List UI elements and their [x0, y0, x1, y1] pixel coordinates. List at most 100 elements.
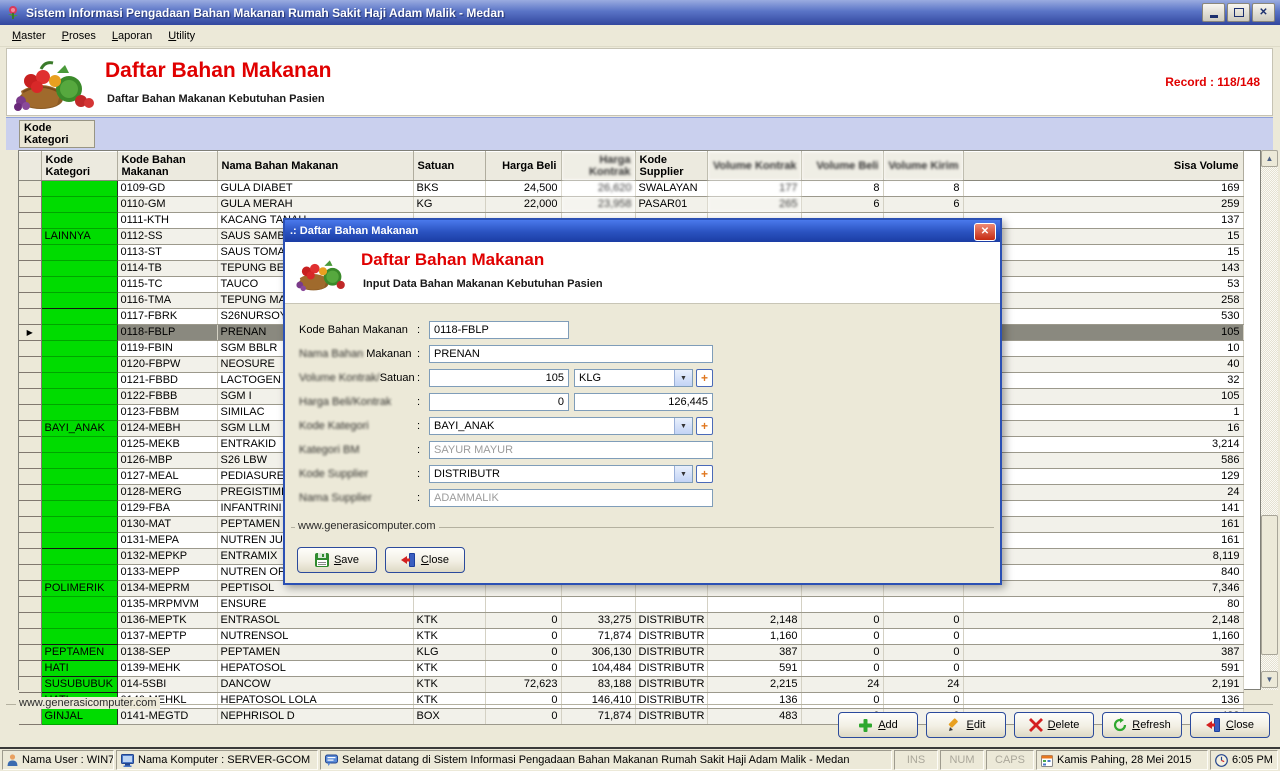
status-bar: Nama User : WIN7 Nama Komputer : SERVER-…	[0, 747, 1280, 771]
column-header-nama[interactable]: Nama Bahan Makanan	[217, 152, 413, 181]
cell-sisa: 3,214	[963, 437, 1243, 453]
column-header-cat[interactable]: Kode Kategori	[41, 152, 117, 181]
grid-row[interactable]: HATI0139-MEHKHEPATOSOLKTK0104,484DISTRIB…	[19, 661, 1243, 677]
column-header-sup[interactable]: Kode Supplier	[635, 152, 707, 181]
menu-laporan[interactable]: Laporan	[104, 27, 160, 45]
column-header-kode[interactable]: Kode Bahan Makanan	[117, 152, 217, 181]
column-header-hk[interactable]: Harga Kontrak	[561, 152, 635, 181]
scroll-down-button[interactable]: ▼	[1261, 671, 1278, 688]
volume-kontrak-input[interactable]: 105	[429, 369, 569, 387]
cell-kategori: SUSUBUBUK	[41, 677, 117, 693]
cell-kategori	[41, 469, 117, 485]
close-button[interactable]: ✕	[1252, 3, 1275, 22]
minimize-button[interactable]	[1202, 3, 1225, 22]
grid-row[interactable]: 0109-GDGULA DIABETBKS24,50026,620SWALAYA…	[19, 181, 1243, 197]
cell-vki: 0	[883, 661, 963, 677]
row-handle	[19, 261, 41, 277]
cell-sisa: 387	[963, 645, 1243, 661]
cell-nama: NEPHRISOL D	[217, 709, 413, 725]
grid-row[interactable]: SUSUBUBUK014-5SBIDANCOWKTK72,62383,188DI…	[19, 677, 1243, 693]
add-button[interactable]: Add	[838, 712, 918, 738]
kategori-combo-arrow-icon[interactable]: ▼	[674, 418, 692, 434]
add-satuan-button[interactable]: +	[696, 369, 713, 387]
status-ins: INS	[894, 750, 938, 770]
cell-kategori: POLIMERIK	[41, 581, 117, 597]
cell-kode: 0115-TC	[117, 277, 217, 293]
kategori-combo[interactable]: BAYI_ANAK ▼	[429, 417, 693, 435]
grid-row[interactable]: 0137-MEPTPNUTRENSOLKTK071,874DISTRIBUTR1…	[19, 629, 1243, 645]
cell-kategori	[41, 261, 117, 277]
grid-row[interactable]: HATI0140-MEHKLHEPATOSOL LOLAKTK0146,410D…	[19, 693, 1243, 709]
dialog-close-button[interactable]: Close	[385, 547, 465, 573]
cell-kode: 0114-TB	[117, 261, 217, 277]
column-header-vb[interactable]: Volume Beli	[801, 152, 883, 181]
cell-nama: GULA MERAH	[217, 197, 413, 213]
column-header-vki[interactable]: Volume Kirim	[883, 152, 963, 181]
cell-vki: 8	[883, 181, 963, 197]
harga-beli-input[interactable]: 0	[429, 393, 569, 411]
cell-kategori	[41, 629, 117, 645]
cell-sisa: 24	[963, 485, 1243, 501]
cell-hk: 104,484	[561, 661, 635, 677]
status-message: Selamat datang di Sistem Informasi Penga…	[320, 750, 892, 770]
satuan-combo[interactable]: KLG ▼	[574, 369, 693, 387]
add-kategori-button[interactable]: +	[696, 417, 713, 435]
supplier-combo[interactable]: DISTRIBUTR ▼	[429, 465, 693, 483]
supplier-combo-arrow-icon[interactable]: ▼	[674, 466, 692, 482]
column-header-hb[interactable]: Harga Beli	[485, 152, 561, 181]
cell-sisa: 1	[963, 405, 1243, 421]
grid-vertical-scrollbar[interactable]: ▲ ▼	[1261, 150, 1278, 690]
menu-utility[interactable]: Utility	[160, 27, 203, 45]
cell-sisa: 259	[963, 197, 1243, 213]
cell-vk: 2,215	[707, 677, 801, 693]
column-header-vk[interactable]: Volume Kontrak	[707, 152, 801, 181]
cell-kode: 0124-MEBH	[117, 421, 217, 437]
vegetables-logo-icon	[11, 51, 99, 113]
cell-vki: 0	[883, 613, 963, 629]
scroll-thumb[interactable]	[1261, 515, 1278, 655]
nama-bahan-input[interactable]: PRENAN	[429, 345, 713, 363]
dialog-close-icon[interactable]: ✕	[974, 223, 996, 241]
row-pointer-icon: ▶	[19, 325, 41, 341]
restore-button[interactable]	[1227, 3, 1250, 22]
save-button[interactable]: Save	[297, 547, 377, 573]
cell-kode: 0132-MEPKP	[117, 549, 217, 565]
cell-kategori	[41, 485, 117, 501]
menu-master[interactable]: Master	[4, 27, 54, 45]
scroll-up-icon: ▲	[1266, 154, 1274, 163]
group-by-chip-kode-kategori[interactable]: Kode Kategori	[19, 120, 95, 148]
row-handle	[19, 645, 41, 661]
kategori-bm-label: Kategori BM	[299, 444, 417, 456]
cell-sisa: 40	[963, 357, 1243, 373]
satuan-combo-arrow-icon[interactable]: ▼	[674, 370, 692, 386]
cell-hk: 33,275	[561, 613, 635, 629]
nama-bahan-label: Nama Bahan Makanan	[299, 348, 417, 360]
column-header-sisa[interactable]: Sisa Volume	[963, 152, 1243, 181]
menu-proses[interactable]: Proses	[54, 27, 104, 45]
close-button-footer[interactable]: Close	[1190, 712, 1270, 738]
delete-button[interactable]: Delete	[1014, 712, 1094, 738]
cell-sisa: 136	[963, 693, 1243, 709]
computer-icon	[121, 754, 134, 767]
grid-row[interactable]: PEPTAMEN0138-SEPPEPTAMENKLG0306,130DISTR…	[19, 645, 1243, 661]
edit-button[interactable]: Edit	[926, 712, 1006, 738]
cell-kategori	[41, 389, 117, 405]
cell-hb: 22,000	[485, 197, 561, 213]
column-header-satuan[interactable]: Satuan	[413, 152, 485, 181]
add-supplier-button[interactable]: +	[696, 465, 713, 483]
refresh-button[interactable]: Refresh	[1102, 712, 1182, 738]
page-subtitle: Daftar Bahan Makanan Kebutuhan Pasien	[107, 93, 325, 105]
grid-row[interactable]: 0135-MRPMVMENSURE80	[19, 597, 1243, 613]
grid-row[interactable]: 0136-MEPTKENTRASOLKTK033,275DISTRIBUTR2,…	[19, 613, 1243, 629]
cell-sup: DISTRIBUTR	[635, 693, 707, 709]
cell-hb: 24,500	[485, 181, 561, 197]
cell-kategori	[41, 405, 117, 421]
cell-kode: 0117-FBRK	[117, 309, 217, 325]
scroll-up-button[interactable]: ▲	[1261, 150, 1278, 167]
cell-kode: 0133-MEPP	[117, 565, 217, 581]
nama-supplier-value: ADAMMALIK	[429, 489, 713, 507]
harga-kontrak-input[interactable]: 126,445	[574, 393, 713, 411]
kode-bahan-input[interactable]: 0118-FBLP	[429, 321, 569, 339]
cell-vk: 387	[707, 645, 801, 661]
grid-row[interactable]: 0110-GMGULA MERAHKG22,00023,958PASAR0126…	[19, 197, 1243, 213]
